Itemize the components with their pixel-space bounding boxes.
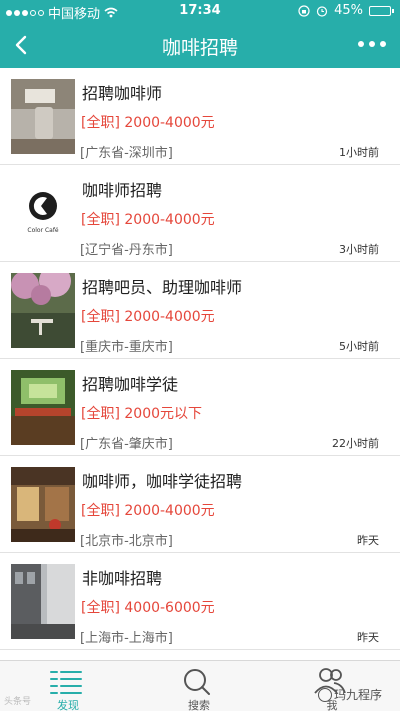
alarm-icon [316, 5, 328, 17]
job-list-item[interactable]: 招聘吧员、助理咖啡师 [全职] 2000-4000元 [重庆市-重庆市] 5小时… [0, 262, 400, 359]
job-location: [广东省-肇庆市] [80, 437, 173, 452]
job-post-time: 3小时前 [339, 243, 379, 256]
job-title: 咖啡师招聘 [82, 181, 163, 200]
tab-discover[interactable]: 发现 [18, 661, 118, 711]
page-title: 咖啡招聘 [161, 37, 238, 59]
color-cafe-logo: Color Café [11, 176, 75, 251]
tab-search-label: 搜索 [188, 699, 210, 711]
job-salary: [全职] 2000元以下 [81, 406, 203, 422]
more-menu-icon[interactable] [358, 41, 386, 47]
job-title: 咖啡师，咖啡学徒招聘 [82, 472, 243, 491]
nav-bar: 咖啡招聘 [0, 22, 400, 68]
job-title: 招聘咖啡师 [82, 84, 163, 103]
job-list: 招聘咖啡师 [全职] 2000-4000元 [广东省-深圳市] 1小时前 Col… [0, 68, 400, 660]
job-post-time: 昨天 [357, 631, 379, 644]
job-location: [上海市-上海市] [80, 631, 173, 646]
job-thumbnail-cafe-interior-image [11, 370, 75, 445]
job-post-time: 1小时前 [339, 146, 379, 159]
job-location: [北京市-北京市] [80, 534, 173, 549]
watermark-logo-icon [318, 687, 332, 702]
job-list-item[interactable]: 咖啡师，咖啡学徒招聘 [全职] 2000-4000元 [北京市-北京市] 昨天 [0, 456, 400, 553]
job-salary: [全职] 2000-4000元 [81, 212, 215, 228]
job-thumbnail-barista-image [11, 79, 75, 154]
rotation-lock-icon [298, 4, 310, 17]
job-title: 招聘咖啡学徒 [82, 375, 179, 394]
watermark-left: 头条号 [4, 697, 32, 707]
status-bar: 中国移动 17:34 45% [0, 0, 400, 22]
job-thumbnail-garden-cafe-image [11, 273, 75, 348]
job-salary: [全职] 2000-4000元 [81, 503, 215, 519]
job-salary: [全职] 4000-6000元 [81, 600, 215, 616]
job-location: [辽宁省-丹东市] [80, 243, 173, 258]
job-list-item[interactable]: 招聘咖啡学徒 [全职] 2000元以下 [广东省-肇庆市] 22小时前 [0, 359, 400, 456]
job-post-time: 22小时前 [332, 437, 379, 450]
logo-text: Color Café [27, 227, 59, 234]
watermark-right: 玛九程序 [318, 686, 382, 703]
battery-percent: 45% [334, 3, 363, 18]
battery-icon [369, 5, 394, 16]
job-salary: [全职] 2000-4000元 [81, 115, 215, 131]
job-location: [广东省-深圳市] [80, 146, 173, 161]
job-post-time: 昨天 [357, 534, 379, 547]
watermark-text: 玛九程序 [334, 688, 383, 702]
search-icon [184, 669, 210, 695]
job-thumbnail-shop-front-image [11, 467, 75, 542]
tab-discover-label: 发现 [57, 699, 79, 711]
job-list-item[interactable]: Color Café 咖啡师招聘 [全职] 2000-4000元 [辽宁省-丹东… [0, 165, 400, 262]
job-post-time: 5小时前 [339, 340, 379, 353]
job-title: 非咖啡招聘 [82, 569, 163, 588]
job-title: 招聘吧员、助理咖啡师 [82, 278, 243, 297]
job-list-item[interactable]: 非咖啡招聘 [全职] 4000-6000元 [上海市-上海市] 昨天 [0, 553, 400, 650]
discover-list-icon [50, 671, 82, 694]
job-list-item[interactable]: 招聘咖啡师 [全职] 2000-4000元 [广东省-深圳市] 1小时前 [0, 68, 400, 165]
job-location: [重庆市-重庆市] [80, 340, 173, 355]
job-salary: [全职] 2000-4000元 [81, 309, 215, 325]
job-thumbnail-street-image [11, 564, 75, 639]
tab-search[interactable]: 搜索 [149, 661, 249, 711]
